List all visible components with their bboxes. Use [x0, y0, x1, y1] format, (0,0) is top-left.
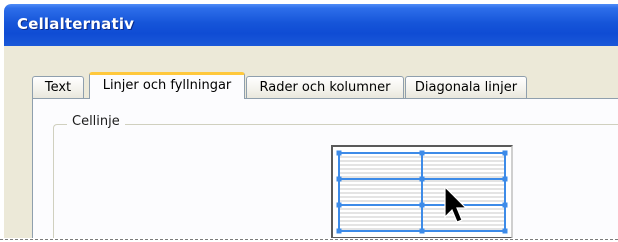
clip-edge: [0, 239, 618, 240]
dialog-window: Cellalternativ Text Linjer och fyllninga…: [4, 4, 618, 238]
preview-handle[interactable]: [419, 176, 425, 182]
preview-handle[interactable]: [502, 176, 508, 182]
dialog-body: Text Linjer och fyllningar Rader och kol…: [4, 46, 618, 238]
preview-handle[interactable]: [336, 228, 342, 234]
title-bar[interactable]: Cellalternativ: [4, 4, 618, 46]
tab-panel: Cellinje: [32, 98, 618, 238]
preview-grid: [336, 150, 508, 234]
preview-handle[interactable]: [502, 228, 508, 234]
preview-handle[interactable]: [336, 150, 342, 156]
tab-rows-and-columns[interactable]: Rader och kolumner: [246, 76, 404, 98]
cell-line-preview[interactable]: [331, 145, 513, 238]
preview-handle[interactable]: [336, 176, 342, 182]
preview-handle[interactable]: [336, 202, 342, 208]
tab-lines-and-fills[interactable]: Linjer och fyllningar: [89, 72, 245, 99]
preview-handle[interactable]: [419, 202, 425, 208]
preview-handle[interactable]: [419, 150, 425, 156]
preview-handle[interactable]: [502, 202, 508, 208]
tab-text[interactable]: Text: [32, 76, 84, 98]
preview-handle[interactable]: [419, 228, 425, 234]
cell-line-group-label: Cellinje: [67, 114, 125, 129]
window-title: Cellalternativ: [17, 15, 135, 33]
tab-diagonal-lines[interactable]: Diagonala linjer: [405, 76, 527, 98]
preview-handle[interactable]: [502, 150, 508, 156]
